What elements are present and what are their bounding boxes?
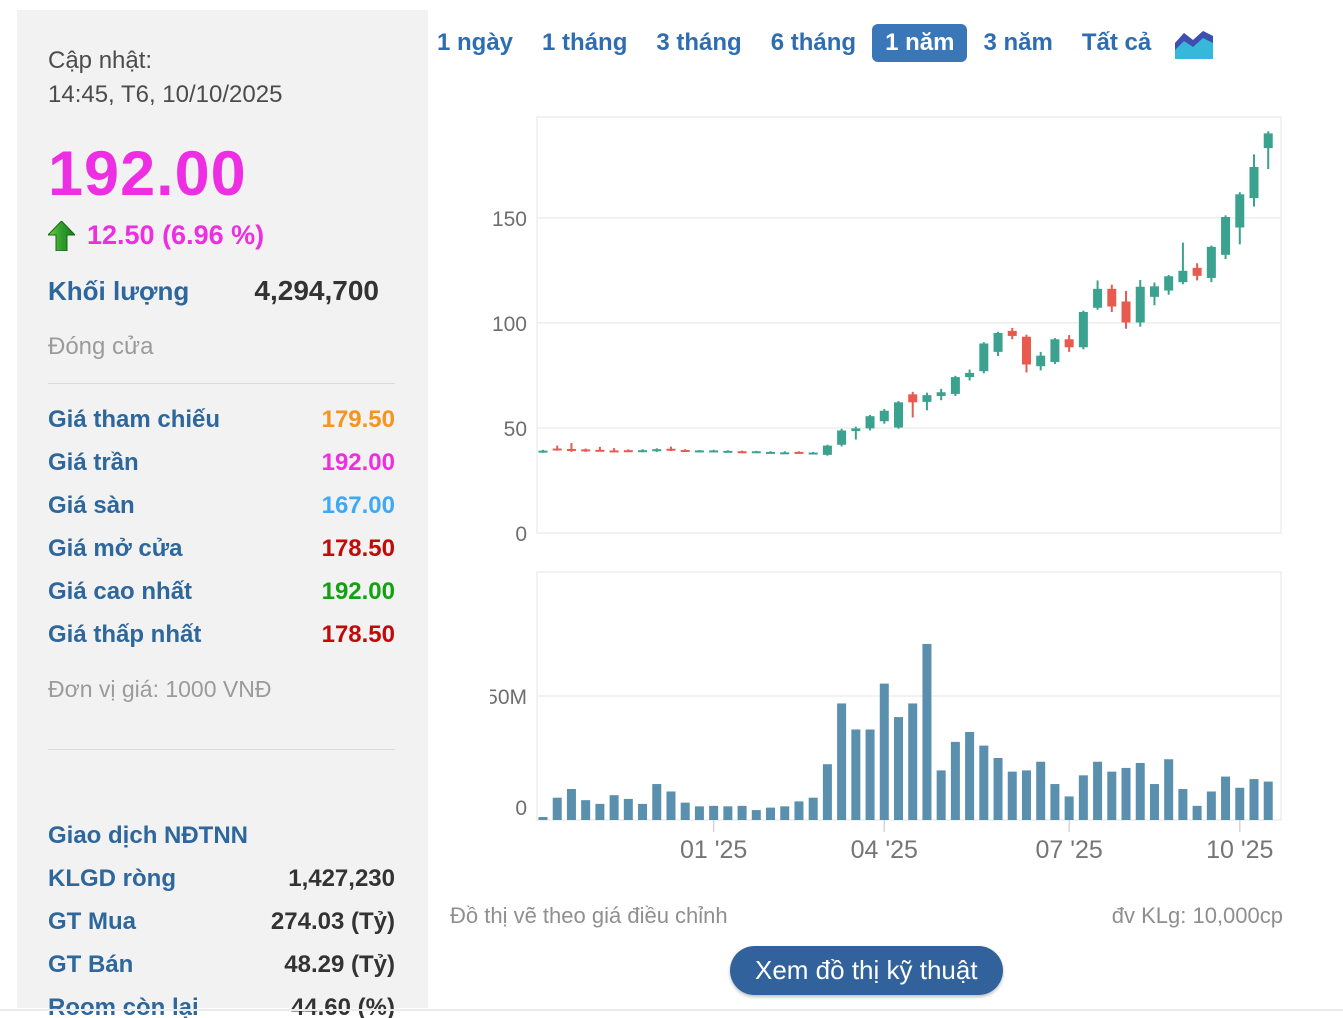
price-change-row: 12.50 (6.96 %) [48, 220, 395, 251]
svg-text:01 '25: 01 '25 [680, 836, 747, 864]
volume-value: 4,294,700 [254, 275, 379, 307]
divider [0, 1009, 1343, 1011]
volume-row: Khối lượng 4,294,700 [48, 275, 395, 307]
svg-text:04 '25: 04 '25 [851, 836, 918, 864]
table-row: Giá cao nhất 192.00 [48, 570, 395, 613]
svg-text:50M: 50M [490, 686, 527, 709]
svg-text:0: 0 [515, 797, 527, 820]
tab-1-thang[interactable]: 1 tháng [529, 24, 640, 62]
table-row: Giá sàn 167.00 [48, 484, 395, 527]
table-row: Giá thấp nhất 178.50 [48, 613, 395, 656]
table-row: Giá tham chiếu 179.50 [48, 398, 395, 441]
svg-text:10 '25: 10 '25 [1206, 836, 1273, 864]
table-row: Giá mở cửa 178.50 [48, 527, 395, 570]
volume-bar-chart: 0 50M 01 '25 04 '25 07 '25 10 '25 [490, 562, 1290, 894]
svg-text:07 '25: 07 '25 [1035, 836, 1102, 864]
table-row: Room còn lại 44.60 (%) [48, 986, 395, 1018]
update-time: Cập nhật: 14:45, T6, 10/10/2025 [48, 44, 395, 112]
price-unit-note: Đơn vị giá: 1000 VNĐ [48, 676, 395, 703]
tab-1-nam[interactable]: 1 năm [872, 24, 967, 62]
price-change-value: 12.50 (6.96 %) [87, 220, 264, 251]
svg-text:50: 50 [504, 418, 527, 441]
svg-text:0: 0 [515, 523, 527, 542]
session-status: Đóng cửa [48, 333, 395, 361]
tab-1-ngay[interactable]: 1 ngày [424, 24, 526, 62]
divider [48, 749, 395, 750]
tab-tat-ca[interactable]: Tất cả [1069, 24, 1164, 62]
tab-3-nam[interactable]: 3 năm [970, 24, 1065, 62]
volume-unit-note: đv KLg: 10,000cp [1112, 903, 1283, 929]
update-timestamp: 14:45, T6, 10/10/2025 [48, 78, 395, 112]
update-label: Cập nhật: [48, 44, 395, 78]
price-up-arrow-icon [48, 221, 75, 251]
adjusted-price-note: Đồ thị vẽ theo giá điều chỉnh [450, 903, 728, 929]
table-row: KLGD ròng 1,427,230 [48, 857, 395, 900]
timeframe-tabbar: 1 ngày 1 tháng 3 tháng 6 tháng 1 năm 3 n… [424, 24, 1213, 62]
divider [48, 383, 395, 384]
stock-summary-panel: Cập nhật: 14:45, T6, 10/10/2025 192.00 [17, 10, 428, 1008]
price-detail-rows: Giá tham chiếu 179.50 Giá trần 192.00 Gi… [48, 398, 395, 656]
foreign-trading-title: Giao dịch NĐTNN [48, 814, 395, 857]
stock-quote-page: Cập nhật: 14:45, T6, 10/10/2025 192.00 [0, 0, 1343, 1018]
technical-chart-button[interactable]: Xem đồ thị kỹ thuật [730, 946, 1003, 995]
svg-text:100: 100 [492, 313, 527, 336]
table-row: GT Mua 274.03 (Tỷ) [48, 900, 395, 943]
area-chart-icon[interactable] [1175, 25, 1213, 61]
foreign-trading-rows: KLGD ròng 1,427,230 GT Mua 274.03 (Tỷ) G… [48, 857, 395, 1018]
svg-text:150: 150 [492, 208, 527, 231]
table-row: Giá trần 192.00 [48, 441, 395, 484]
price-candlestick-chart: 0 50 100 150 [490, 110, 1290, 542]
volume-label: Khối lượng [48, 276, 189, 307]
table-row: GT Bán 48.29 (Tỷ) [48, 943, 395, 986]
tab-3-thang[interactable]: 3 tháng [643, 24, 754, 62]
tab-6-thang[interactable]: 6 tháng [758, 24, 869, 62]
last-price: 192.00 [48, 138, 395, 210]
